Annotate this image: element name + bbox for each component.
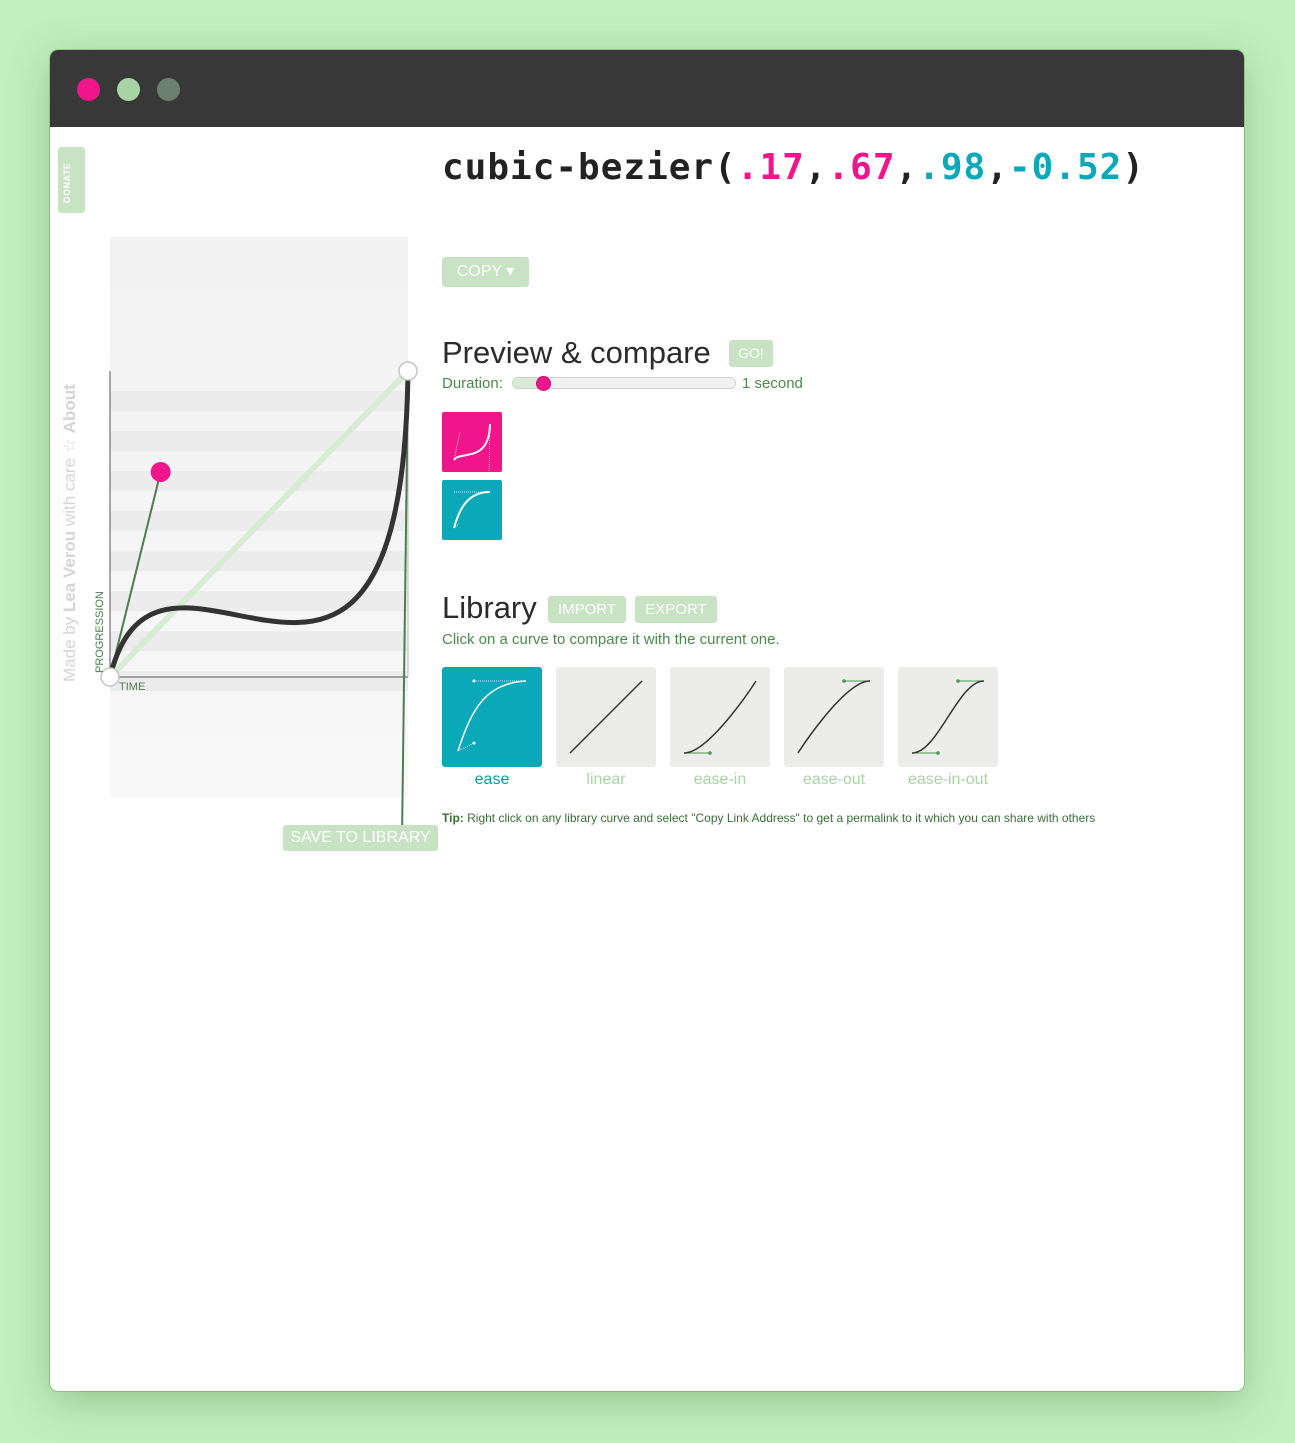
save-to-library-button[interactable]: SAVE TO LIBRARY: [283, 825, 438, 851]
library-thumb: [670, 667, 770, 767]
import-button[interactable]: IMPORT: [548, 596, 626, 623]
duration-slider[interactable]: [512, 376, 736, 391]
export-button[interactable]: EXPORT: [635, 596, 717, 623]
library-thumb: [556, 667, 656, 767]
ease-in-curve-icon: [683, 680, 757, 755]
library-title: Library: [442, 590, 537, 625]
author-link[interactable]: Lea Verou: [60, 531, 79, 612]
x-axis-label: TIME: [119, 681, 145, 693]
preview-title: Preview & compare: [442, 335, 711, 370]
graph-stripe: [110, 431, 408, 451]
library-item-ease-in[interactable]: ease-in: [670, 667, 770, 789]
ease-in-out-curve-icon: [911, 679, 985, 755]
preview-current-box[interactable]: [442, 412, 502, 473]
code-sep: ,: [986, 147, 1009, 188]
about-link[interactable]: About: [60, 384, 79, 433]
curve-graph[interactable]: PROGRESSION TIME: [94, 237, 425, 877]
code-suffix: ): [1122, 147, 1145, 188]
graph-stripe: [110, 591, 408, 611]
preview-compare-curve-icon: [453, 491, 491, 529]
linear-curve-icon: [569, 680, 643, 754]
library-thumb: [898, 667, 998, 767]
code-prefix: cubic-bezier(: [442, 147, 737, 188]
page-content: DONATE Made by Lea Verou with care ☆ Abo…: [50, 127, 1244, 1391]
library-thumb: [784, 667, 884, 767]
code-p1x: .17: [736, 147, 805, 188]
library-item-linear[interactable]: linear: [556, 667, 656, 789]
maximize-window-button[interactable]: [157, 78, 180, 101]
donate-button[interactable]: DONATE: [58, 147, 85, 213]
go-button[interactable]: GO!: [729, 340, 773, 367]
y-axis-label: PROGRESSION: [94, 591, 106, 673]
credit-prefix: Made by: [60, 616, 79, 682]
credit-suffix: with care: [60, 458, 79, 527]
tip-text: Tip: Right click on any library curve an…: [442, 811, 1095, 825]
title-bar: [50, 50, 1244, 127]
preview-current-curve-icon: [453, 423, 491, 473]
browser-window: DONATE Made by Lea Verou with care ☆ Abo…: [50, 50, 1244, 1391]
library-item-name: ease-out: [802, 771, 866, 788]
graph-stripe: [110, 671, 408, 691]
tip-label: Tip:: [442, 811, 464, 825]
cubic-bezier-code: cubic-bezier(.17,.67,.98,-0.52): [442, 147, 1145, 188]
graph-stripe: [110, 391, 408, 411]
duration-value: 1 second: [742, 375, 803, 392]
library-item-ease-in-out[interactable]: ease-in-out: [898, 667, 998, 789]
duration-label: Duration:: [442, 375, 503, 392]
duration-slider-thumb[interactable]: [536, 376, 552, 391]
handle1-knob[interactable]: [150, 461, 171, 482]
library-description: Click on a curve to compare it with the …: [442, 631, 780, 648]
tip-body: Right click on any library curve and sel…: [467, 811, 1096, 825]
library-item-name: linear: [586, 771, 626, 788]
star-icon: ☆: [60, 438, 79, 454]
preview-compare-box[interactable]: [442, 480, 502, 540]
library-item-name: ease-in-out: [907, 771, 989, 788]
donate-label: DONATE: [62, 162, 72, 203]
ease-out-curve-icon: [797, 679, 871, 754]
library-thumb: [442, 667, 542, 767]
copy-button[interactable]: COPY ▾: [442, 257, 529, 287]
code-sep: ,: [895, 147, 919, 188]
library-item-ease-out[interactable]: ease-out: [784, 667, 884, 789]
curve-editor: PROGRESSION TIME SAVE TO LIBRARY: [94, 237, 438, 877]
code-p1y: .67: [827, 147, 896, 188]
library-item-ease[interactable]: ease: [442, 667, 542, 789]
ease-curve-icon: [457, 679, 527, 752]
library-item-name: ease: [474, 771, 510, 788]
close-window-button[interactable]: [77, 78, 100, 101]
code-p2y: -0.52: [1008, 147, 1123, 188]
minimize-window-button[interactable]: [117, 78, 140, 101]
end-point: [398, 361, 418, 381]
code-sep: ,: [804, 147, 828, 188]
code-p2x: .98: [918, 147, 987, 188]
library-item-name: ease-in: [693, 771, 747, 788]
credit-line: Made by Lea Verou with care ☆ About: [60, 384, 80, 682]
graph-stripe: [110, 551, 408, 571]
